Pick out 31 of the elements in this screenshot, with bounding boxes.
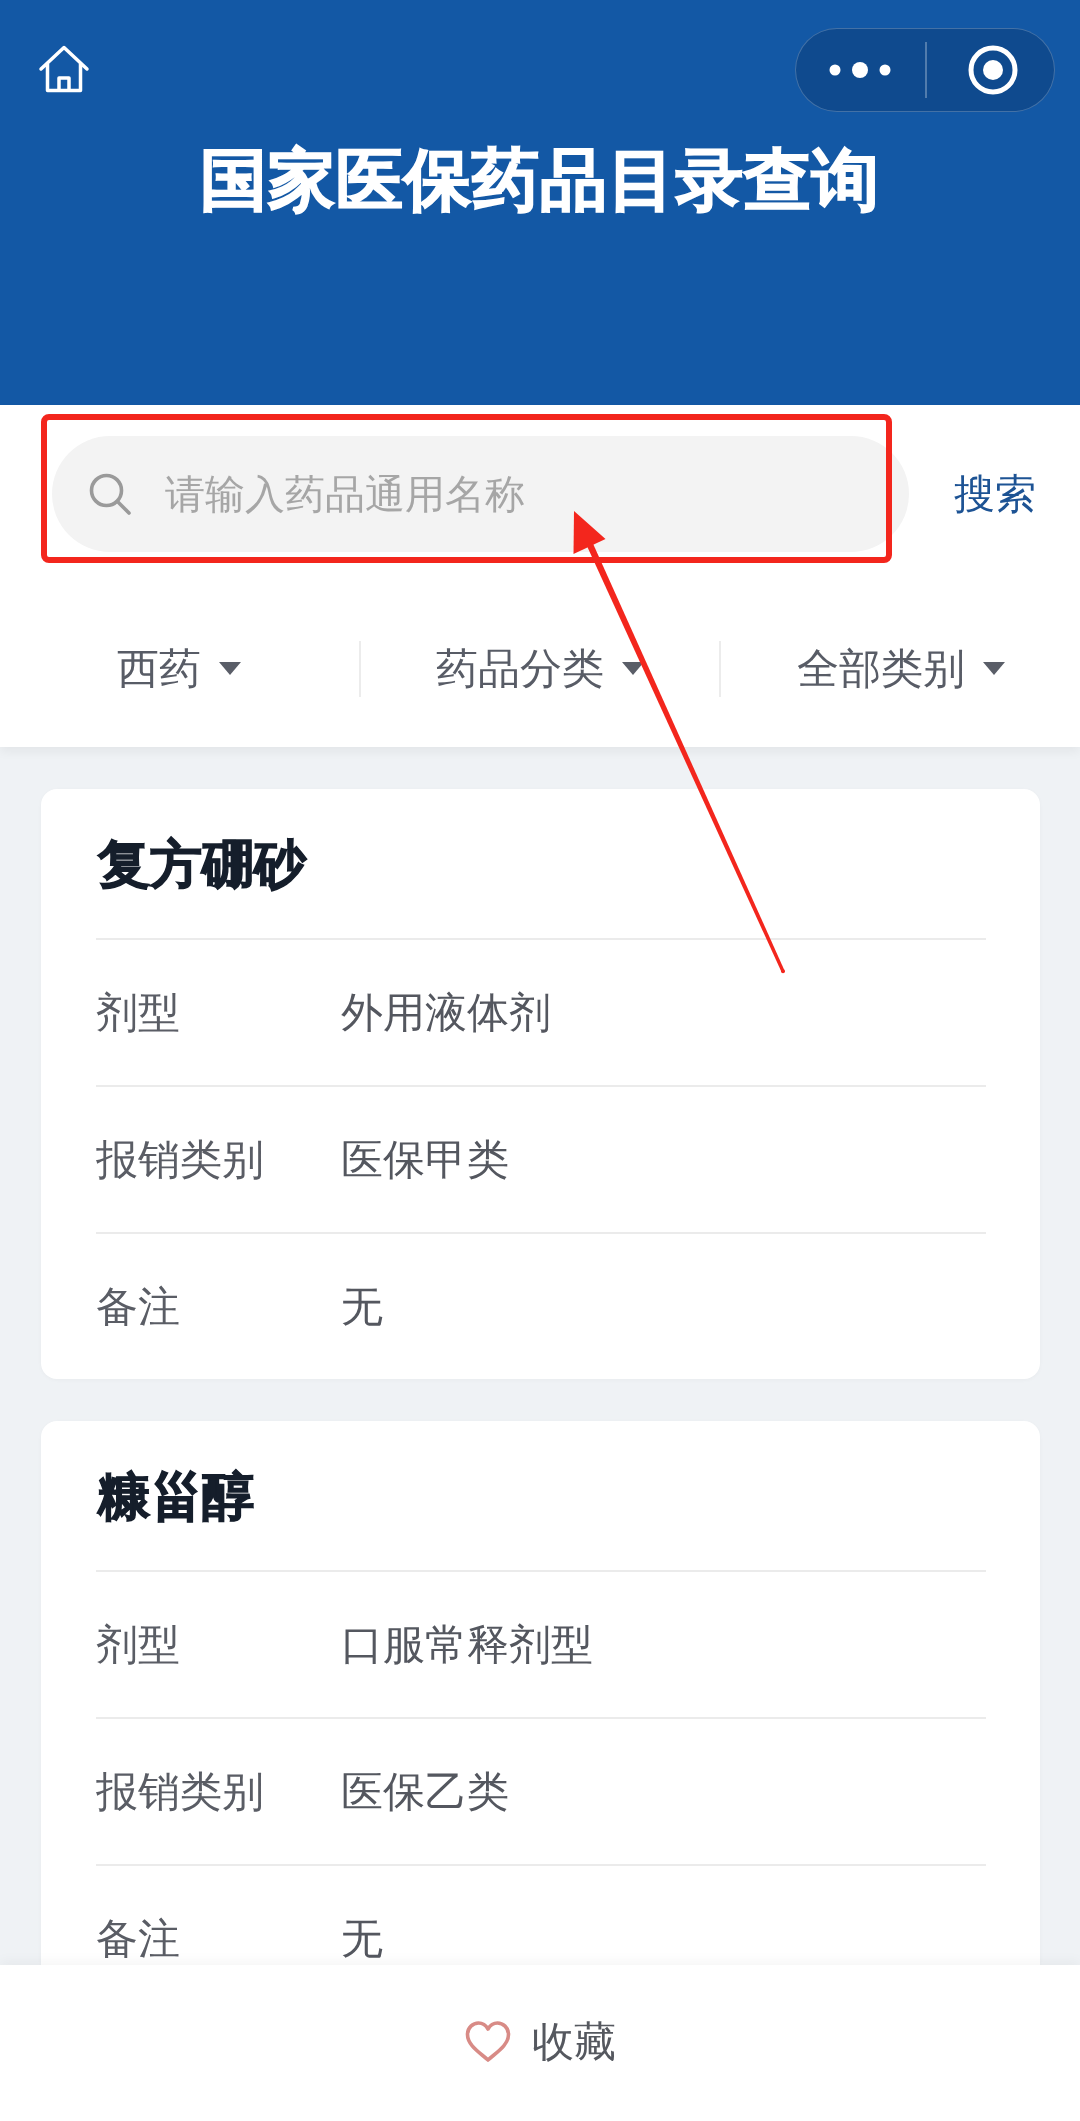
- field-label: 剂型: [96, 986, 181, 1039]
- field-label: 备注: [96, 1912, 181, 1965]
- field-label: 剂型: [96, 1618, 181, 1671]
- field-value: 外用液体剂: [341, 986, 551, 1039]
- home-icon[interactable]: [38, 45, 90, 93]
- field-value: 口服常释剂型: [341, 1618, 593, 1671]
- drug-name: 糠甾醇: [98, 1464, 254, 1528]
- search-button[interactable]: 搜索: [954, 466, 1036, 522]
- caret-icon: [982, 662, 1005, 675]
- field-value: 医保甲类: [341, 1133, 509, 1186]
- search-icon: [88, 472, 132, 516]
- caret-icon: [219, 662, 242, 675]
- field-value: 无: [341, 1912, 383, 1965]
- field-value: 医保乙类: [341, 1765, 509, 1818]
- drug-card[interactable]: 糠甾醇 剂型 口服常释剂型 报销类别 医保乙类 备注 无: [41, 1421, 1040, 1965]
- filter-dropdown[interactable]: 全部类别: [796, 640, 1005, 697]
- field-label: 报销类别: [96, 1765, 265, 1818]
- filter-dropdown[interactable]: 西药: [117, 640, 242, 697]
- more-icon[interactable]: [829, 62, 891, 78]
- heart-icon: [464, 2021, 511, 2063]
- caret-icon: [622, 662, 644, 675]
- field-label: 报销类别: [96, 1133, 265, 1186]
- field-label: 备注: [96, 1280, 181, 1333]
- target-icon[interactable]: [967, 45, 1018, 95]
- page-title: 国家医保药品目录查询: [200, 140, 880, 220]
- filter-dropdown[interactable]: 药品分类: [436, 640, 644, 697]
- favorite-button[interactable]: 收藏: [464, 2014, 616, 2070]
- search-field[interactable]: 请输入药品通用名称: [52, 436, 909, 552]
- drug-name: 复方硼砂: [98, 832, 306, 896]
- field-value: 无: [341, 1280, 383, 1333]
- drug-card[interactable]: 复方硼砂 剂型 外用液体剂 报销类别 医保甲类 备注 无: [41, 789, 1040, 1379]
